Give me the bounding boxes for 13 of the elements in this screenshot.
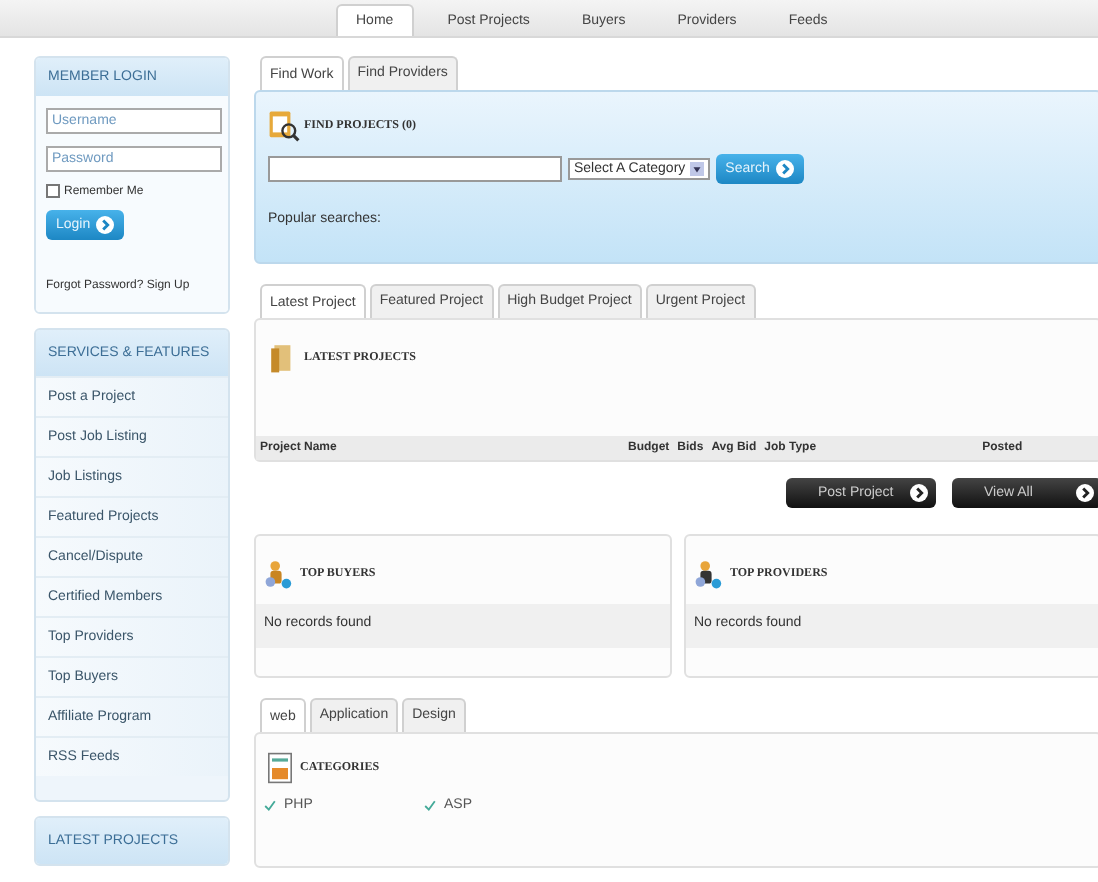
check-icon	[264, 799, 276, 811]
arrow-icon	[96, 216, 115, 234]
people-icon	[264, 556, 296, 592]
dropdown-arrow-icon	[689, 162, 704, 176]
document-icon	[264, 750, 296, 786]
arrow-icon	[775, 160, 794, 178]
people-icon	[694, 556, 726, 592]
remember-checkbox[interactable]	[46, 184, 60, 198]
search-icon	[268, 108, 300, 144]
arrow-icon	[910, 484, 928, 502]
check-icon	[424, 799, 436, 811]
arrow-icon	[1076, 484, 1094, 502]
search-field[interactable]	[268, 156, 562, 182]
